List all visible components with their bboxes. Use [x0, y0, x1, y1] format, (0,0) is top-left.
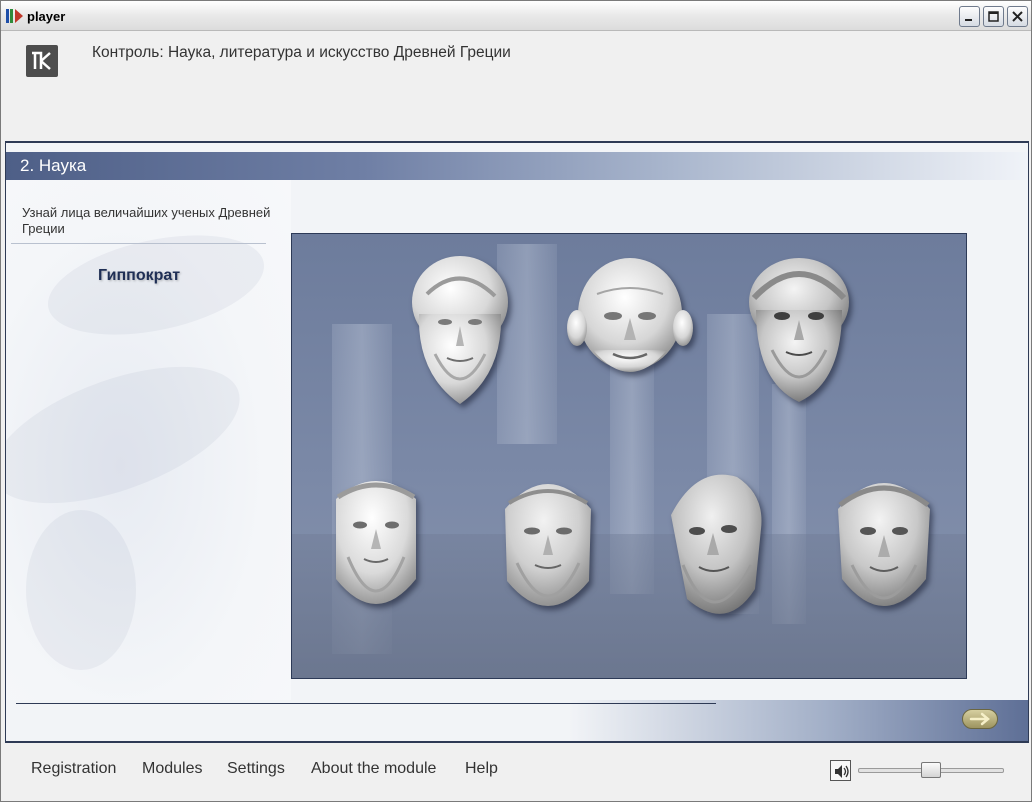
background-decoration: [6, 338, 257, 532]
player-window: player Контроль: Наука, литература и иск…: [0, 0, 1032, 802]
close-button[interactable]: [1007, 6, 1028, 27]
menu-registration[interactable]: Registration: [31, 760, 116, 778]
course-header: Контроль: Наука, литература и искусство …: [5, 32, 1029, 141]
bottom-menu: Registration Modules Settings About the …: [5, 745, 1029, 799]
answer-label: Гиппократ: [98, 267, 181, 284]
close-icon: [1012, 11, 1023, 22]
volume-slider-thumb[interactable]: [921, 762, 941, 778]
bust-portrait-2[interactable]: [567, 254, 693, 390]
portrait-stage: [291, 233, 967, 679]
menu-about-module[interactable]: About the module: [311, 760, 436, 778]
course-title: Контроль: Наука, литература и искусство …: [92, 44, 511, 61]
section-bar: 2. Наука: [6, 152, 1028, 180]
bust-portrait-6[interactable]: [667, 469, 765, 629]
instruction-text: Узнай лица величайших ученых Древней Гре…: [22, 205, 271, 236]
background-decoration: [26, 510, 136, 670]
window-title: player: [27, 9, 66, 24]
minimize-button[interactable]: [959, 6, 980, 27]
section-title: 2. Наука: [20, 156, 87, 175]
speaker-icon[interactable]: [830, 760, 851, 781]
title-bar[interactable]: player: [1, 1, 1031, 31]
bust-portrait-5[interactable]: [499, 469, 597, 625]
maximize-button[interactable]: [983, 6, 1004, 27]
bust-portrait-3[interactable]: [746, 254, 852, 404]
minimize-icon: [965, 19, 972, 21]
volume-slider[interactable]: [858, 762, 1004, 778]
progress-area: [6, 700, 1028, 741]
app-icon: [6, 8, 24, 24]
arrow-right-icon: [969, 712, 990, 726]
next-button[interactable]: [962, 709, 998, 729]
background-decoration: [39, 218, 273, 352]
left-panel: Узнай лица величайших ученых Древней Гре…: [6, 180, 291, 700]
progress-line: [16, 703, 716, 704]
divider: [11, 243, 266, 244]
bust-portrait-7[interactable]: [832, 469, 936, 625]
maximize-icon: [988, 11, 999, 22]
k-logo-icon: [26, 45, 58, 77]
menu-modules[interactable]: Modules: [142, 760, 202, 778]
bust-portrait-1[interactable]: [407, 254, 513, 406]
lesson-frame: 2. Наука Узнай лица величайших ученых Др…: [5, 141, 1029, 743]
bust-portrait-4[interactable]: [330, 469, 422, 623]
menu-settings[interactable]: Settings: [227, 760, 285, 778]
menu-help[interactable]: Help: [465, 760, 498, 778]
